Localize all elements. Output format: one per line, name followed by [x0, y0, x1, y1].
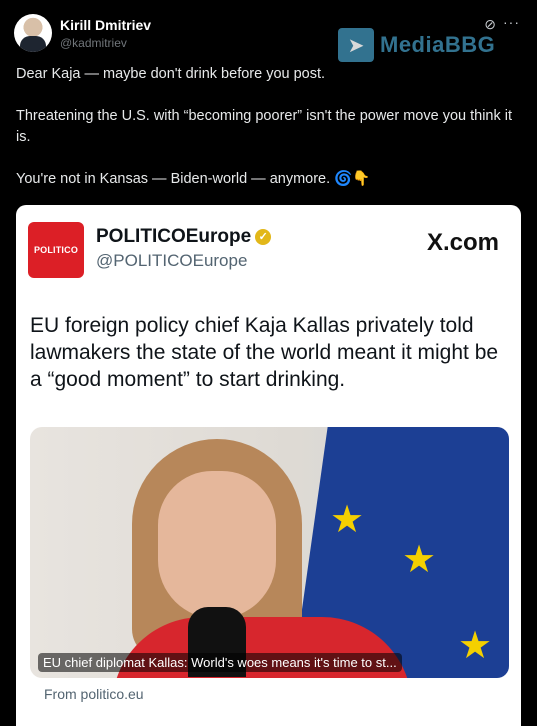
verified-icon: ✓ [255, 229, 272, 245]
author-name[interactable]: Kirill Dmitriev [60, 17, 151, 33]
tweet-paragraph: Dear Kaja — maybe don't drink before you… [16, 66, 326, 82]
person-face [158, 471, 276, 619]
quoted-headline: EU foreign policy chief Kaja Kallas priv… [30, 314, 499, 391]
site-badge: X.com [426, 229, 499, 256]
pointing-down-icon: 👇 [352, 171, 371, 187]
image-caption: EU chief diplomat Kallas: World's woes m… [38, 653, 402, 672]
tweet-paragraph: You're not in Kansas — Biden-world — any… [16, 169, 521, 190]
flag-star: ★ [402, 539, 437, 581]
quoted-author-handle[interactable]: @POLITICOEurope [96, 251, 247, 271]
telegram-icon: ➤ [338, 28, 374, 62]
watermark: ➤ MediaBBG [338, 28, 495, 62]
tweet-paragraph: Threatening the U.S. with “becoming poor… [16, 108, 513, 145]
link-source[interactable]: From politico.eu [44, 686, 144, 702]
more-icon[interactable]: ··· [503, 14, 520, 30]
quoted-post-card[interactable]: POLITICO POLITICOEurope ✓ @POLITICOEurope… [16, 205, 521, 726]
watermark-text: MediaBBG [380, 32, 496, 57]
flag-star: ★ [458, 625, 493, 667]
flag-star: ★ [330, 499, 365, 541]
author-handle[interactable]: @kadmitriev [60, 36, 127, 50]
cyclone-icon: 🌀 [334, 171, 353, 187]
avatar[interactable] [14, 14, 52, 52]
article-image[interactable]: ★ ★ ★ EU chief diplomat Kallas: World's … [30, 427, 509, 678]
quoted-author-name[interactable]: POLITICOEurope ✓ [96, 226, 272, 248]
tweet-text: Dear Kaja — maybe don't drink before you… [16, 64, 521, 211]
politico-avatar[interactable]: POLITICO [28, 222, 84, 278]
